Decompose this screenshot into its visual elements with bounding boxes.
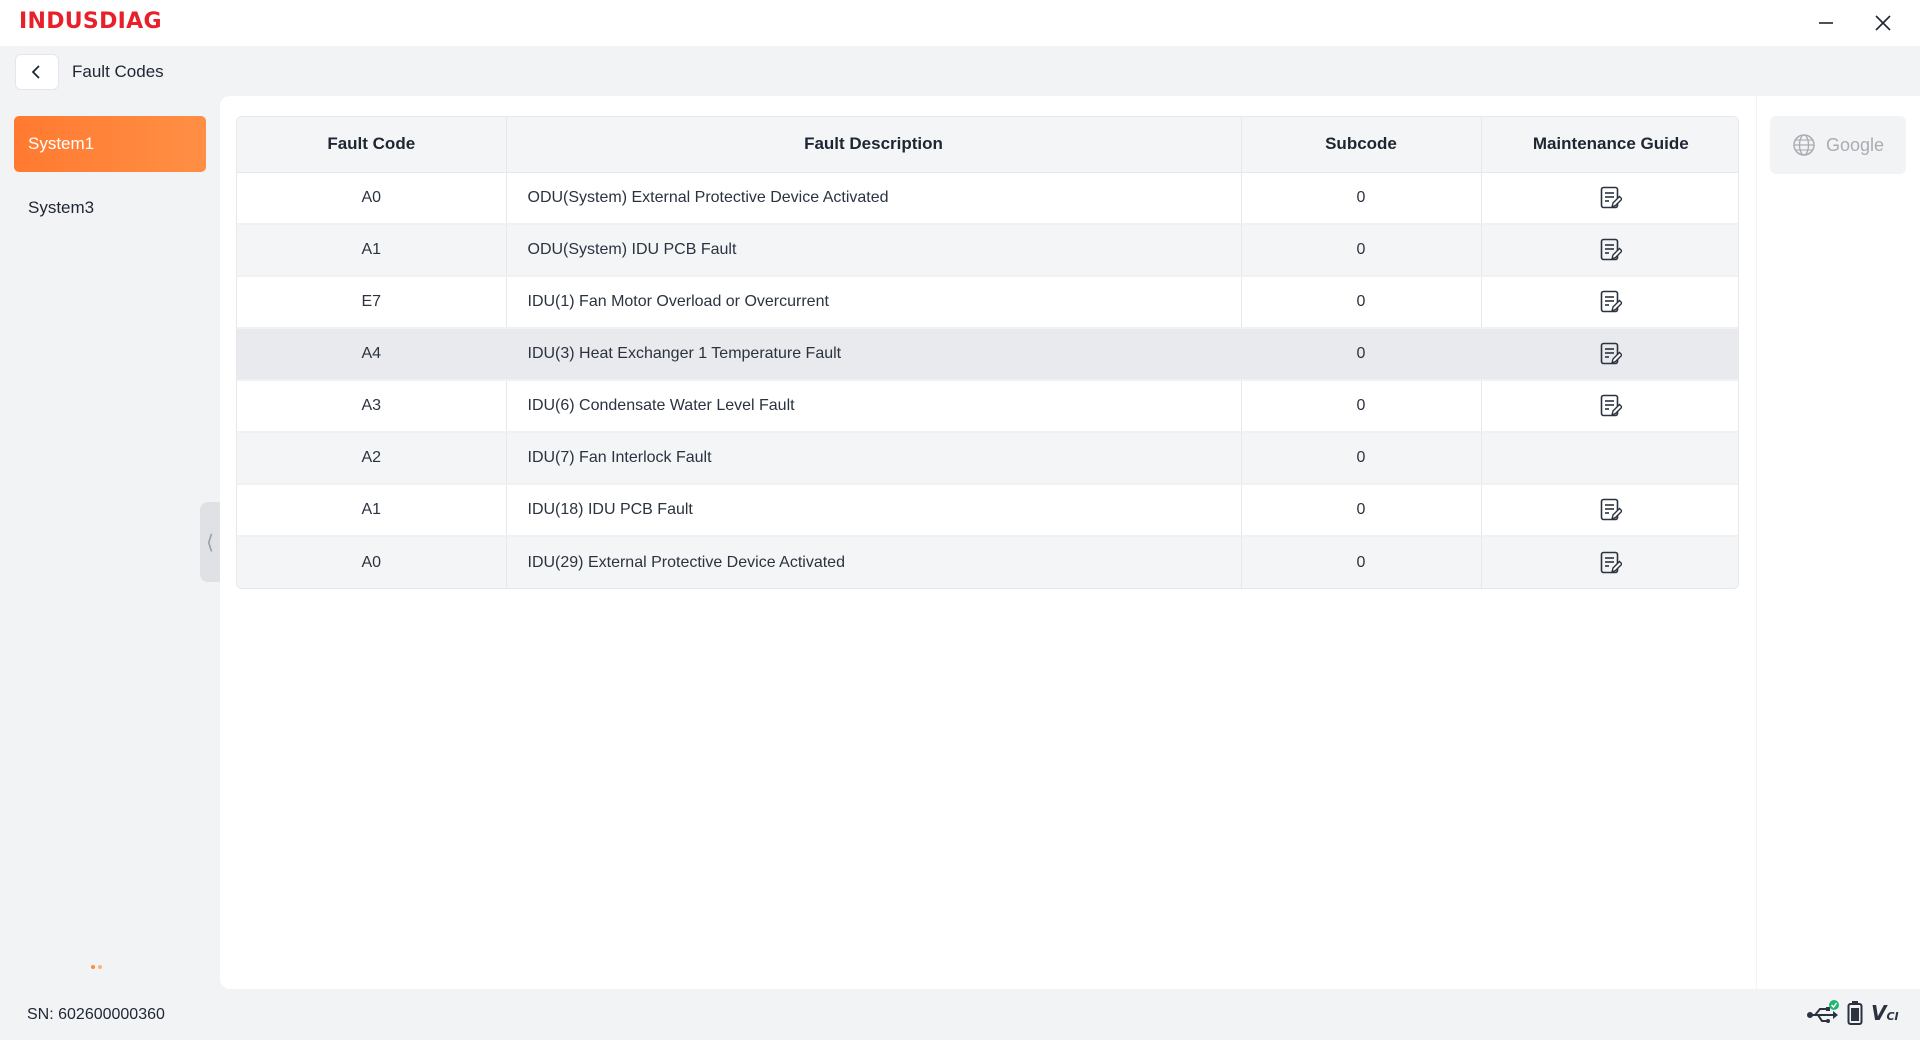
battery-icon [1847, 1001, 1863, 1025]
fault-code-cell: A4 [237, 328, 507, 381]
subcode-cell: 0 [1241, 432, 1482, 485]
column-header-fault-code: Fault Code [237, 117, 507, 173]
maintenance-guide-cell [1481, 380, 1738, 433]
maintenance-guide-icon[interactable] [1600, 342, 1622, 366]
minimize-button[interactable] [1806, 8, 1846, 38]
close-icon [1875, 15, 1891, 31]
fault-code-cell: E7 [237, 276, 507, 329]
fault-description-cell: IDU(7) Fan Interlock Fault [506, 432, 1242, 485]
subcode-cell: 0 [1241, 536, 1482, 588]
fault-code-cell: A0 [237, 536, 507, 588]
table-row[interactable]: A0 IDU(29) External Protective Device Act… [237, 536, 1738, 588]
maintenance-guide-cell [1481, 276, 1738, 329]
chevron-left-icon: ⟨ [206, 531, 214, 554]
maintenance-guide-cell [1481, 536, 1738, 588]
fault-description-cell: ODU(System) IDU PCB Fault [506, 224, 1242, 277]
breadcrumb: Fault Codes [0, 46, 1920, 96]
fault-description-cell: IDU(29) External Protective Device Activ… [506, 536, 1242, 588]
subcode-cell: 0 [1241, 224, 1482, 277]
page-indicator-dots [91, 965, 102, 969]
maintenance-guide-cell [1481, 172, 1738, 225]
table-row[interactable]: A1 ODU(System) IDU PCB Fault 0 [237, 224, 1738, 277]
maintenance-guide-cell [1481, 484, 1738, 537]
page-title: Fault Codes [72, 62, 164, 81]
fault-code-cell: A1 [237, 484, 507, 537]
table-row[interactable]: A0 ODU(System) External Protective Device… [237, 172, 1738, 225]
sidebar-item-system3[interactable]: System3 [14, 180, 206, 236]
column-header-subcode: Subcode [1241, 117, 1482, 173]
maintenance-guide-icon[interactable] [1600, 551, 1622, 575]
maintenance-guide-cell [1481, 328, 1738, 381]
sidebar-item-label: System1 [28, 134, 95, 153]
subcode-cell: 0 [1241, 484, 1482, 537]
maintenance-guide-icon[interactable] [1600, 394, 1622, 418]
app-logo: INDUSDIAG [19, 9, 162, 34]
status-icons: VCI [1805, 1000, 1899, 1026]
fault-code-cell: A0 [237, 172, 507, 225]
title-bar: INDUSDIAG [0, 0, 1920, 46]
fault-code-cell: A2 [237, 432, 507, 485]
maintenance-guide-icon[interactable] [1600, 186, 1622, 210]
fault-code-table: Fault Code Fault Description Subcode Mai… [236, 116, 1739, 589]
google-search-button[interactable]: Google [1770, 116, 1906, 174]
minimize-icon [1819, 22, 1833, 24]
fault-description-cell: IDU(1) Fan Motor Overload or Overcurrent [506, 276, 1242, 329]
usb-connected-icon [1807, 1000, 1839, 1023]
fault-description-cell: IDU(6) Condensate Water Level Fault [506, 380, 1242, 433]
chevron-left-icon [31, 65, 40, 79]
subcode-cell: 0 [1241, 328, 1482, 381]
column-header-fault-description: Fault Description [506, 117, 1242, 173]
table-row[interactable]: A3 IDU(6) Condensate Water Level Fault 0 [237, 380, 1738, 433]
google-button-label: Google [1825, 134, 1885, 155]
table-row[interactable]: E7 IDU(1) Fan Motor Overload or Overcurre… [237, 276, 1738, 329]
sidebar-collapse-handle[interactable]: ⟨ [200, 502, 220, 582]
subcode-cell: 0 [1241, 172, 1482, 225]
fault-description-cell: IDU(18) IDU PCB Fault [506, 484, 1242, 537]
back-button[interactable] [15, 54, 59, 90]
column-header-maintenance-guide: Maintenance Guide [1481, 117, 1738, 173]
right-action-panel: Google [1757, 96, 1920, 989]
table-header-row: Fault Code Fault Description Subcode Mai… [237, 117, 1738, 173]
status-bar: SN: 602600000360 VCI [0, 990, 1920, 1040]
fault-description-cell: IDU(3) Heat Exchanger 1 Temperature Faul… [506, 328, 1242, 381]
maintenance-guide-icon[interactable] [1600, 238, 1622, 262]
maintenance-guide-icon[interactable] [1600, 290, 1622, 314]
table-row[interactable]: A4 IDU(3) Heat Exchanger 1 Temperature Fa… [237, 328, 1738, 381]
maintenance-guide-cell [1481, 432, 1738, 485]
globe-icon [1793, 134, 1815, 156]
vci-icon: VCI [1871, 1001, 1899, 1025]
sidebar-item-system1[interactable]: System1 [14, 116, 206, 172]
serial-number: SN: 602600000360 [27, 1006, 165, 1023]
sidebar-item-label: System3 [28, 198, 95, 217]
close-button[interactable] [1863, 8, 1903, 38]
fault-code-panel: Fault Code Fault Description Subcode Mai… [220, 96, 1756, 989]
subcode-cell: 0 [1241, 276, 1482, 329]
maintenance-guide-cell [1481, 224, 1738, 277]
fault-description-cell: ODU(System) External Protective Device A… [506, 172, 1242, 225]
table-row[interactable]: A2 IDU(7) Fan Interlock Fault 0 [237, 432, 1738, 485]
system-sidebar: System1 System3 [0, 96, 218, 992]
table-row[interactable]: A1 IDU(18) IDU PCB Fault 0 [237, 484, 1738, 537]
subcode-cell: 0 [1241, 380, 1482, 433]
fault-code-cell: A3 [237, 380, 507, 433]
fault-code-cell: A1 [237, 224, 507, 277]
maintenance-guide-icon[interactable] [1600, 498, 1622, 522]
